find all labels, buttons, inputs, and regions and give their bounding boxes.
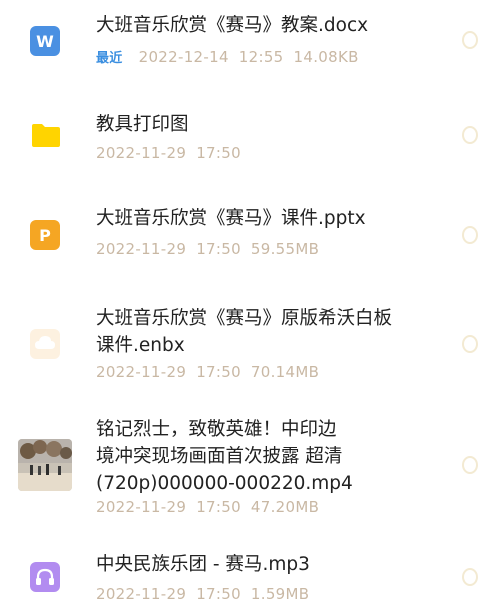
file-name: 铭记烈士，致敬英雄！中印边 境冲突现场画面首次披露 超清 (720p)00000… [96,416,436,497]
file-size: 14.08KB [293,48,359,66]
file-date: 2022-12-14 [138,48,229,66]
recent-badge: 最近 [96,51,123,66]
file-row-docx[interactable]: W 大班音乐欣赏《赛马》教案.docx 最近 2022-12-14 12:55 14.… [0,0,500,100]
word-doc-icon: W [30,26,60,56]
headphones-icon [30,562,60,592]
file-size: 47.20MB [250,498,320,516]
select-checkbox[interactable] [462,456,478,474]
select-checkbox[interactable] [462,335,478,353]
select-checkbox[interactable] [462,568,478,586]
file-name-line: 铭记烈士，致敬英雄！中印边 [96,419,337,440]
select-checkbox[interactable] [462,226,478,244]
file-name: 大班音乐欣赏《赛马》原版希沃白板 课件.enbx [96,305,436,359]
file-size: 59.55MB [250,240,320,258]
file-time: 17:50 [196,498,241,516]
file-date: 2022-11-29 [96,585,187,603]
file-date: 2022-11-29 [96,144,187,162]
file-meta: 2022-11-29 17:50 [96,144,241,162]
file-row-folder[interactable]: 教具打印图 2022-11-29 17:50 [0,100,500,190]
folder-icon [32,124,60,147]
file-meta: 2022-11-29 17:50 1.59MB [96,585,309,603]
powerpoint-icon: P [30,220,60,250]
file-name-line: (720p)000000-000220.mp4 [96,473,353,494]
file-time: 17:50 [196,144,241,162]
file-date: 2022-11-29 [96,498,187,516]
file-name: 大班音乐欣赏《赛马》课件.pptx [96,208,366,229]
file-date: 2022-11-29 [96,240,187,258]
cloud-icon [30,329,60,359]
file-time: 17:50 [196,240,241,258]
file-name-line: 课件.enbx [96,335,185,356]
select-checkbox[interactable] [462,126,478,144]
file-row-mp4[interactable]: 铭记烈士，致敬英雄！中印边 境冲突现场画面首次披露 超清 (720p)00000… [0,402,500,540]
file-name: 教具打印图 [96,114,189,135]
file-name: 中央民族乐团 - 赛马.mp3 [96,554,310,575]
file-name-line: 境冲突现场画面首次披露 超清 [96,446,343,467]
file-time: 17:50 [196,363,241,381]
file-time: 17:50 [196,585,241,603]
file-name-line: 大班音乐欣赏《赛马》原版希沃白板 [96,308,393,329]
file-row-enbx[interactable]: 大班音乐欣赏《赛马》原版希沃白板 课件.enbx 2022-11-29 17:50… [0,290,500,402]
select-checkbox[interactable] [462,31,478,49]
file-row-pptx[interactable]: P 大班音乐欣赏《赛马》课件.pptx 2022-11-29 17:50 59.55… [0,190,500,290]
file-meta: 最近 2022-12-14 12:55 14.08KB [96,47,359,66]
file-meta: 2022-11-29 17:50 47.20MB [96,498,319,516]
file-size: 70.14MB [250,363,320,381]
file-row-mp3[interactable]: 中央民族乐团 - 赛马.mp3 2022-11-29 17:50 1.59MB [0,540,500,605]
file-time: 12:55 [238,48,284,66]
video-thumbnail [18,439,72,491]
file-size: 1.59MB [250,585,310,603]
file-meta: 2022-11-29 17:50 70.14MB [96,363,319,381]
file-date: 2022-11-29 [96,363,187,381]
file-meta: 2022-11-29 17:50 59.55MB [96,240,319,258]
file-name: 大班音乐欣赏《赛马》教案.docx [96,15,369,36]
